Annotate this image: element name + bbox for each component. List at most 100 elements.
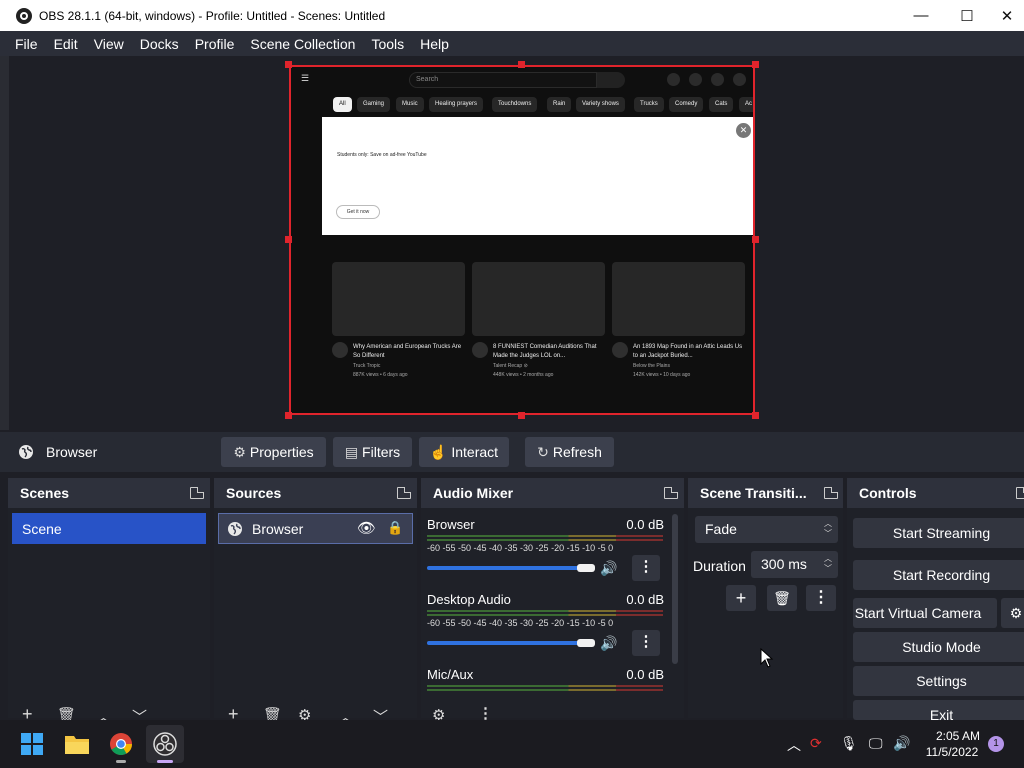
start-recording-button[interactable]: Start Recording xyxy=(853,560,1024,590)
close-button[interactable]: ✕ xyxy=(990,0,1024,31)
channel-menu-button[interactable]: ⋮ xyxy=(632,555,660,581)
mixer-scrollbar[interactable] xyxy=(672,514,678,664)
transform-handle[interactable] xyxy=(518,61,525,68)
speaker-icon[interactable]: 🔊 xyxy=(600,635,617,652)
yt-chip: Gaming xyxy=(357,97,391,112)
float-dock-icon[interactable] xyxy=(824,487,838,499)
preview-left-edge xyxy=(0,56,9,430)
volume-icon[interactable]: 🔊 xyxy=(893,735,910,752)
speaker-icon[interactable]: 🔊 xyxy=(600,560,617,577)
volume-slider[interactable] xyxy=(427,566,585,570)
clock-date[interactable]: 11/5/2022 xyxy=(922,745,982,759)
microphone-icon[interactable]: 🎙 xyxy=(840,735,858,752)
windows-start-icon[interactable] xyxy=(16,728,48,760)
interact-button[interactable]: ☝ Interact xyxy=(419,437,509,467)
menu-help[interactable]: Help xyxy=(412,36,457,52)
add-transition-button[interactable]: + xyxy=(726,585,756,611)
studio-mode-button[interactable]: Studio Mode xyxy=(853,632,1024,662)
clock-time[interactable]: 2:05 AM xyxy=(928,729,988,743)
volume-slider-handle[interactable] xyxy=(577,639,595,647)
yt-search-box: Search xyxy=(409,72,597,88)
mixer-channel-name: Browser xyxy=(427,517,475,532)
lock-icon[interactable]: 🔒 xyxy=(387,520,403,536)
duration-spinbox[interactable]: 300 ms ︿ ﹀ xyxy=(751,551,838,578)
float-dock-icon[interactable] xyxy=(190,487,204,499)
exit-button[interactable]: Exit xyxy=(853,700,1024,720)
start-streaming-button[interactable]: Start Streaming xyxy=(853,518,1024,548)
virtual-camera-settings-gear-icon[interactable]: ⚙ xyxy=(1001,598,1024,628)
channel-menu-button[interactable]: ⋮ xyxy=(632,630,660,656)
minimize-button[interactable]: — xyxy=(898,0,944,31)
transform-handle[interactable] xyxy=(752,412,759,419)
yt-video-thumbnail xyxy=(332,262,465,336)
mixer-channel-db: 0.0 dB xyxy=(626,667,664,682)
sources-dock-title: Sources xyxy=(226,485,282,501)
menu-tools[interactable]: Tools xyxy=(363,36,412,52)
volume-slider[interactable] xyxy=(427,641,585,645)
yt-chip: All xyxy=(333,97,352,112)
source-item[interactable]: Browser 👁 🔒 xyxy=(218,513,413,544)
start-virtual-camera-button[interactable]: Start Virtual Camera xyxy=(853,598,997,628)
show-hidden-icons-chevron-icon[interactable]: ︿ xyxy=(787,735,801,755)
yt-video-channel: Truck Tropic xyxy=(353,363,381,369)
yt-banner-close-icon: ✕ xyxy=(736,123,751,138)
menu-profile[interactable]: Profile xyxy=(187,36,243,52)
spin-arrows-icon[interactable]: ︿ ﹀ xyxy=(824,554,832,574)
maximize-button[interactable]: ☐ xyxy=(944,0,990,31)
refresh-button[interactable]: ↻ Refresh xyxy=(525,437,614,467)
float-dock-icon[interactable] xyxy=(1016,487,1024,499)
scene-item[interactable]: Scene xyxy=(12,513,206,544)
menu-docks[interactable]: Docks xyxy=(132,36,187,52)
globe-icon xyxy=(19,445,33,459)
obs-logo-icon xyxy=(16,7,32,24)
yt-video-channel: Talent Recap ⊘ xyxy=(493,363,528,369)
transform-handle[interactable] xyxy=(752,236,759,243)
title-bar: OBS 28.1.1 (64-bit, windows) - Profile: … xyxy=(0,0,1024,31)
transform-handle[interactable] xyxy=(285,412,292,419)
transition-properties-button[interactable]: ⋮ xyxy=(806,585,836,611)
gear-icon: ⚙ xyxy=(233,443,246,460)
network-icon[interactable]: 🖵 xyxy=(869,735,883,752)
scenes-dock-header: Scenes xyxy=(8,478,210,508)
filter-icon: ▤ xyxy=(344,443,359,460)
mouse-pointer-icon xyxy=(760,648,774,668)
volume-slider-handle[interactable] xyxy=(577,564,595,572)
chrome-icon[interactable] xyxy=(105,728,137,760)
mixer-channel-name: Desktop Audio xyxy=(427,592,511,607)
settings-button[interactable]: Settings xyxy=(853,666,1024,696)
float-dock-icon[interactable] xyxy=(664,487,678,499)
yt-avatar-icon xyxy=(733,73,746,86)
sync-alert-icon[interactable]: ⟳ xyxy=(810,735,822,752)
yt-bell-icon xyxy=(711,73,724,86)
transform-handle[interactable] xyxy=(752,61,759,68)
controls-dock-header: Controls xyxy=(847,478,1024,508)
notification-badge[interactable]: 1 xyxy=(988,736,1004,752)
yt-chip: Trucks xyxy=(634,97,664,112)
transform-handle[interactable] xyxy=(285,236,292,243)
yt-chip: Cats xyxy=(709,97,734,112)
scene-transitions-dock-header: Scene Transiti... xyxy=(688,478,843,508)
selected-source-label: Browser xyxy=(46,444,98,460)
filters-button[interactable]: ▤ Filters xyxy=(333,437,412,467)
visibility-eye-icon[interactable]: 👁 xyxy=(357,519,376,537)
properties-button[interactable]: ⚙ Properties xyxy=(221,437,326,467)
menu-scene-collection[interactable]: Scene Collection xyxy=(242,36,363,52)
duration-label: Duration xyxy=(693,558,746,574)
file-explorer-icon[interactable] xyxy=(61,728,93,760)
mixer-channel-db: 0.0 dB xyxy=(626,592,664,607)
yt-chip: Variety shows xyxy=(576,97,625,112)
menu-edit[interactable]: Edit xyxy=(46,36,86,52)
obs-taskbar-icon[interactable] xyxy=(146,725,184,763)
yt-video-title: An 1893 Map Found in an Attic Leads Us t… xyxy=(633,344,743,359)
sources-dock-header: Sources xyxy=(214,478,417,508)
remove-transition-button[interactable]: 🗑 xyxy=(767,585,797,611)
float-dock-icon[interactable] xyxy=(397,487,411,499)
browser-source-canvas[interactable]: ☰ Search All Gaming Music Healing prayer… xyxy=(289,65,755,415)
transform-handle[interactable] xyxy=(285,61,292,68)
transition-select[interactable]: Fade ︿ ﹀ xyxy=(695,516,838,543)
menu-view[interactable]: View xyxy=(86,36,132,52)
menu-file[interactable]: File xyxy=(0,36,46,52)
obs-active-indicator xyxy=(157,760,173,763)
refresh-icon: ↻ xyxy=(537,443,549,460)
transform-handle[interactable] xyxy=(518,412,525,419)
